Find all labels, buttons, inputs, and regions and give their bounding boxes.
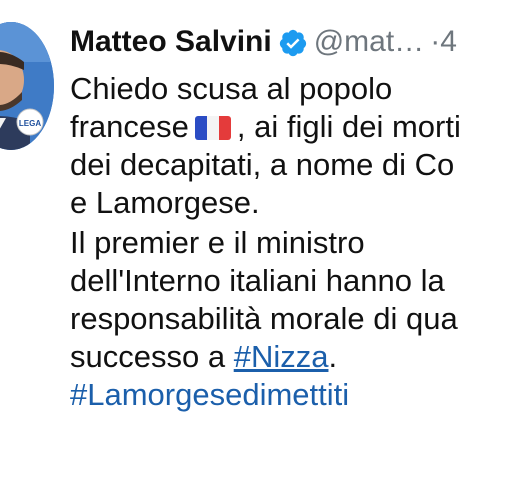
france-flag-icon [194, 116, 231, 140]
tweet-line: successo a #Nizza. [70, 338, 510, 376]
author-display-name[interactable]: Matteo Salvini [70, 20, 272, 64]
tweet-text: Chiedo scusa al popolo francese , ai figl… [70, 70, 510, 414]
hashtag-link-nizza[interactable]: #Nizza [234, 339, 329, 374]
tweet-text-segment: . [328, 339, 338, 374]
tweet-line: responsabilità morale di qua [70, 301, 458, 336]
tweet-line: dell'Interno italiani hanno la [70, 263, 445, 298]
avatar-badge-text: LEGA [19, 119, 41, 128]
author-handle[interactable]: @mat… [314, 20, 424, 64]
author-avatar[interactable]: LEGA [0, 22, 54, 150]
tweet-card: LEGA Matteo Salvini @mat… · 4 Chiedo scu… [0, 0, 510, 482]
hashtag-link-lamorgesedimettiti[interactable]: #Lamorgesedimettiti [70, 377, 349, 412]
verified-badge-icon [278, 27, 308, 57]
avatar-photo: LEGA [0, 22, 54, 150]
tweet-header: Matteo Salvini @mat… · 4 [70, 20, 457, 64]
tweet-text-segment: , ai figli dei morti [236, 109, 461, 144]
tweet-text-segment: successo a [70, 339, 234, 374]
tweet-text-segment: francese [70, 109, 189, 144]
header-separator: · [430, 25, 441, 58]
tweet-line: #Lamorgesedimettiti [70, 376, 510, 414]
tweet-line: dei decapitati, a nome di Co [70, 147, 455, 182]
tweet-timestamp[interactable]: 4 [440, 20, 457, 64]
tweet-line: francese , ai figli dei morti [70, 108, 510, 146]
tweet-line: Chiedo scusa al popolo [70, 71, 393, 106]
tweet-line: Il premier e il ministro [70, 225, 365, 260]
tweet-line: e Lamorgese. [70, 185, 260, 220]
